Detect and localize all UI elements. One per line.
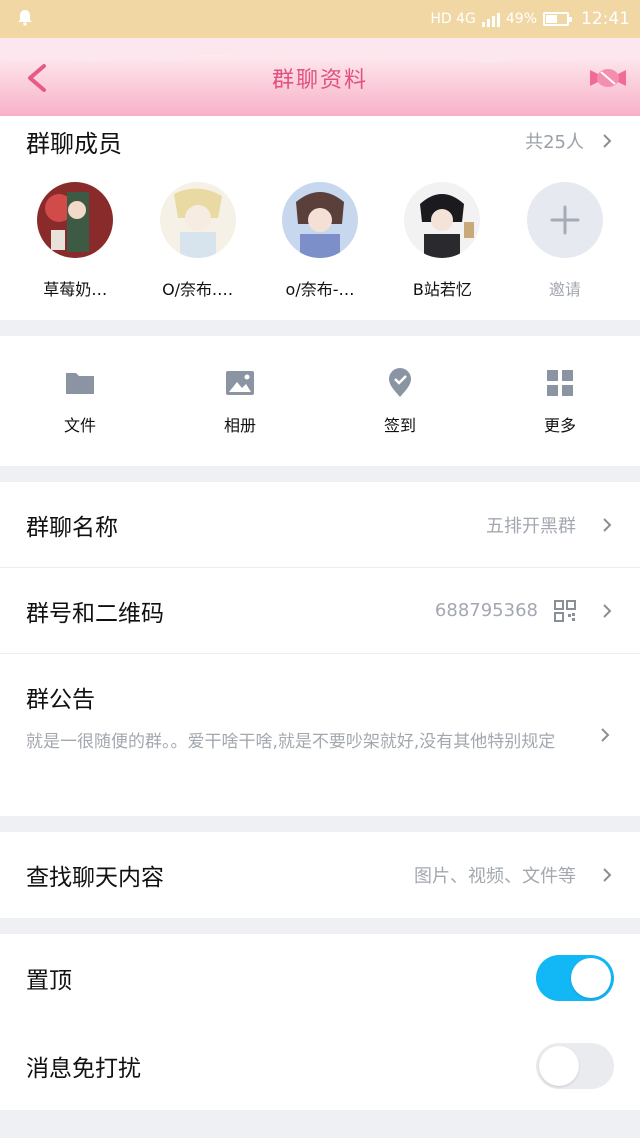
invite-label: 邀请 <box>548 280 581 299</box>
member-item[interactable]: O/奈布.… <box>136 182 258 300</box>
group-number-row[interactable]: 群号和二维码 688795368 <box>0 568 640 654</box>
chevron-right-icon <box>603 603 612 618</box>
avatar <box>37 182 114 258</box>
grid-icon <box>547 370 573 396</box>
check-pin-icon <box>389 368 411 397</box>
chevron-right-icon <box>603 134 612 148</box>
avatar <box>282 182 359 258</box>
clock: 12:41 <box>581 9 630 29</box>
status-bar: HD 4G 49% 12:41 <box>0 0 640 38</box>
network-indicator: HD 4G <box>430 11 476 27</box>
battery-percent: 49% <box>505 11 537 27</box>
battery-icon <box>543 12 572 26</box>
avatar <box>404 182 481 258</box>
member-name: O/奈布.… <box>162 280 234 299</box>
tool-label: 文件 <box>63 416 96 435</box>
image-icon <box>226 371 254 395</box>
group-name-row[interactable]: 群聊名称 五排开黑群 <box>0 482 640 568</box>
chevron-right-icon <box>603 868 612 882</box>
signal-icon <box>481 11 500 27</box>
group-notice-row[interactable]: 群公告 就是一很随便的群。。爱干啥干啥,就是不要吵架就好,没有其他特别规定 <box>0 654 640 814</box>
member-name: o/奈布-… <box>285 280 355 299</box>
group-notice-label: 群公告 <box>26 687 95 713</box>
invite-button[interactable]: 邀请 <box>504 182 626 300</box>
group-notice-text: 就是一很随便的群。。爱干啥干啥,就是不要吵架就好,没有其他特别规定 <box>26 732 556 752</box>
group-number-label: 群号和二维码 <box>26 600 164 627</box>
avatar <box>159 182 236 258</box>
member-name: 草莓奶… <box>43 280 108 299</box>
do-not-disturb-toggle[interactable] <box>536 1043 614 1089</box>
group-name-value: 五排开黑群 <box>486 515 576 537</box>
tool-label: 更多 <box>543 416 576 435</box>
page-title: 群聊资料 <box>271 68 368 93</box>
members-title: 群聊成员 <box>26 129 122 158</box>
do-not-disturb-row: 消息免打扰 <box>0 1022 640 1110</box>
members-count: 共25人 <box>525 132 584 153</box>
tool-label: 签到 <box>383 416 416 435</box>
pin-top-label: 置顶 <box>26 968 72 994</box>
pin-top-toggle[interactable] <box>536 955 614 1001</box>
tools-section: 文件 相册 签到 更多 <box>0 336 640 466</box>
notification-bell-icon <box>18 10 32 26</box>
member-item[interactable]: 草莓奶… <box>14 182 136 300</box>
tool-label: 相册 <box>223 416 256 435</box>
settings-section: 置顶 消息免打扰 <box>0 934 640 1110</box>
qr-code-icon <box>554 599 576 622</box>
search-history-section: 查找聊天内容 图片、视频、文件等 <box>0 832 640 918</box>
chevron-right-icon <box>601 728 610 742</box>
member-item[interactable]: B站若忆 <box>381 182 503 300</box>
chevron-right-icon <box>603 517 612 532</box>
search-history-label: 查找聊天内容 <box>26 865 164 891</box>
folder-icon <box>66 373 94 394</box>
tool-files[interactable]: 文件 <box>0 336 160 466</box>
search-history-row[interactable]: 查找聊天内容 图片、视频、文件等 <box>0 832 640 918</box>
search-history-hint: 图片、视频、文件等 <box>414 866 576 887</box>
tool-more[interactable]: 更多 <box>480 336 640 466</box>
title-bar: 群聊资料 <box>0 38 640 116</box>
do-not-disturb-label: 消息免打扰 <box>26 1056 141 1082</box>
tool-album[interactable]: 相册 <box>160 336 320 466</box>
tool-checkin[interactable]: 签到 <box>320 336 480 466</box>
candy-icon <box>590 69 626 87</box>
add-icon <box>526 182 603 258</box>
members-section: 群聊成员 共25人 草莓奶… O/奈布.… o/奈布-… B站若忆 邀请 <box>0 116 640 320</box>
group-number-value: 688795368 <box>434 600 538 621</box>
group-name-label: 群聊名称 <box>26 514 118 541</box>
member-name: B站若忆 <box>412 280 472 299</box>
members-header[interactable]: 群聊成员 共25人 <box>0 116 640 166</box>
member-item[interactable]: o/奈布-… <box>259 182 381 300</box>
group-info-section: 群聊名称 五排开黑群 群号和二维码 688795368 群公告 就是一很随便的群… <box>0 482 640 816</box>
pin-top-row: 置顶 <box>0 934 640 1022</box>
